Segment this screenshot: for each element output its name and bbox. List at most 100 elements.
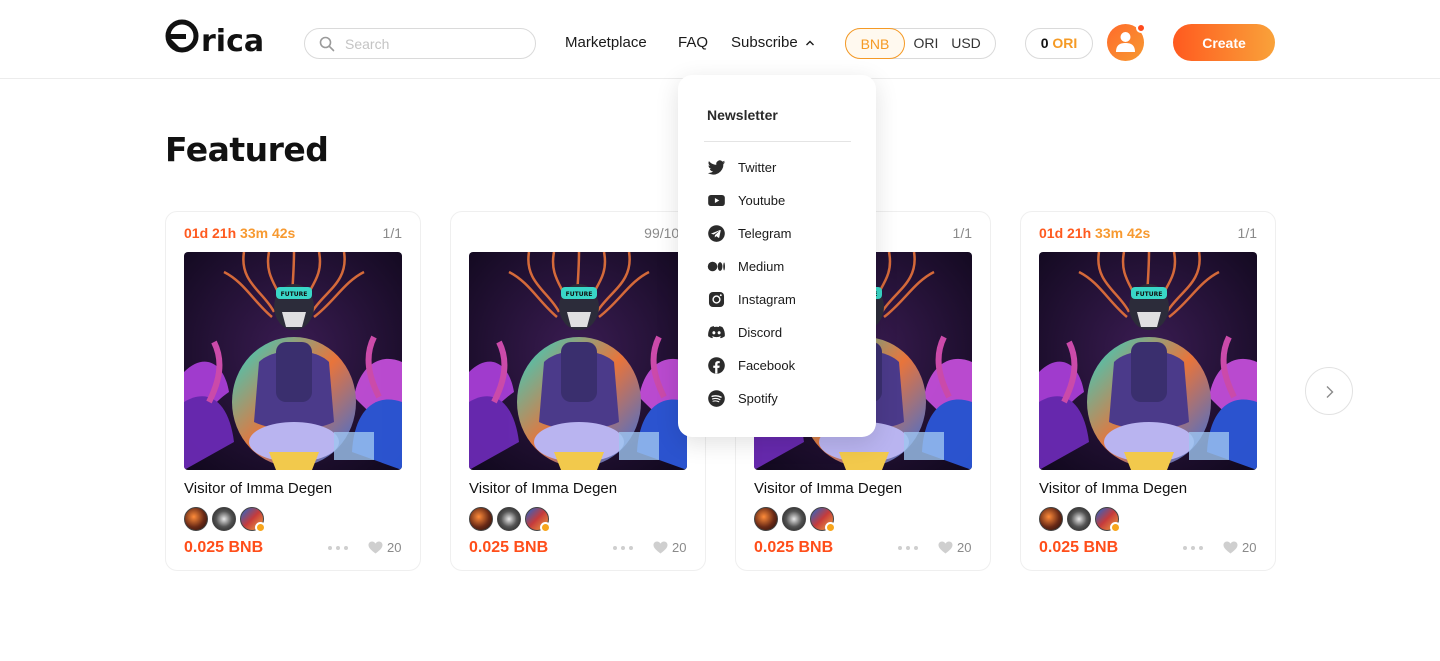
social-link-facebook[interactable]: Facebook xyxy=(707,354,795,376)
nft-card[interactable]: 99/100 FUTURE Visitor of Imma Degen 0.02… xyxy=(450,211,706,571)
search-input[interactable] xyxy=(345,35,515,52)
verified-badge-icon xyxy=(255,522,266,533)
nft-artwork-image: FUTURE xyxy=(1039,252,1257,470)
social-link-medium[interactable]: Medium xyxy=(707,255,784,277)
social-label: Youtube xyxy=(738,192,786,208)
verified-badge-icon xyxy=(825,522,836,533)
nft-artwork[interactable]: FUTURE xyxy=(184,252,402,470)
social-link-telegram[interactable]: Telegram xyxy=(707,222,791,244)
subscribe-dropdown: Newsletter Twitter Youtube Telegram Medi… xyxy=(678,75,876,437)
social-label: Instagram xyxy=(738,291,796,307)
balance-badge[interactable]: 0 ORI xyxy=(1025,28,1093,59)
social-link-twitter[interactable]: Twitter xyxy=(707,156,776,178)
social-label: Spotify xyxy=(738,390,778,406)
social-label: Facebook xyxy=(738,357,796,373)
currency-option-bnb[interactable]: BNB xyxy=(845,28,905,59)
timer-days-hours: 01d 21h xyxy=(1039,225,1092,241)
owner-avatar[interactable] xyxy=(1095,507,1121,533)
collector-avatar[interactable] xyxy=(782,507,806,531)
nft-price: 0.025 BNB xyxy=(754,539,834,556)
instagram-icon xyxy=(708,291,725,307)
nft-card[interactable]: 01d 21h 33m 42s 1/1 FUTURE Visitor of Im… xyxy=(165,211,421,571)
like-count: 20 xyxy=(957,540,972,555)
carousel-next-button[interactable] xyxy=(1305,367,1353,415)
more-options-icon[interactable] xyxy=(328,546,354,552)
like-button[interactable]: 20 xyxy=(368,540,401,555)
currency-switcher: BNB ORI USD xyxy=(845,28,996,59)
heart-icon xyxy=(938,541,953,554)
timer-min-sec: 33m 42s xyxy=(240,225,296,241)
telegram-icon xyxy=(708,224,725,242)
nft-title[interactable]: Visitor of Imma Degen xyxy=(184,480,332,497)
balance-currency: ORI xyxy=(1052,35,1078,51)
creator-avatar[interactable] xyxy=(469,507,493,531)
nav-faq[interactable]: FAQ xyxy=(678,34,708,51)
like-count: 20 xyxy=(1242,540,1257,555)
search-icon xyxy=(319,36,335,51)
heart-icon xyxy=(368,541,383,554)
nft-card[interactable]: 01d 21h 33m 42s 1/1 FUTURE Visitor of Im… xyxy=(1020,211,1276,571)
svg-text:FUTURE: FUTURE xyxy=(281,291,308,298)
like-count: 20 xyxy=(672,540,687,555)
nft-title[interactable]: Visitor of Imma Degen xyxy=(1039,480,1187,497)
verified-badge-icon xyxy=(1110,522,1121,533)
collector-avatar[interactable] xyxy=(1067,507,1091,531)
timer-min-sec: 33m 42s xyxy=(1095,225,1151,241)
chevron-up-icon xyxy=(805,40,814,45)
like-button[interactable]: 20 xyxy=(653,540,686,555)
nav-subscribe[interactable]: Subscribe xyxy=(731,34,815,51)
collector-avatar[interactable] xyxy=(497,507,521,531)
social-link-discord[interactable]: Discord xyxy=(707,321,782,343)
nft-price: 0.025 BNB xyxy=(469,539,549,556)
nft-price: 0.025 BNB xyxy=(184,539,264,556)
newsletter-heading[interactable]: Newsletter xyxy=(707,107,778,123)
top-header: rica Marketplace FAQ Subscribe BNB ORI U… xyxy=(0,0,1440,79)
social-label: Telegram xyxy=(738,225,792,241)
more-options-icon[interactable] xyxy=(1183,546,1209,552)
creator-avatar[interactable] xyxy=(1039,507,1063,531)
nft-price: 0.025 BNB xyxy=(1039,539,1119,556)
like-button[interactable]: 20 xyxy=(1223,540,1256,555)
social-link-instagram[interactable]: Instagram xyxy=(707,288,796,310)
currency-option-usd[interactable]: USD xyxy=(950,29,982,58)
discord-icon xyxy=(708,325,725,338)
search-bar[interactable] xyxy=(304,28,536,59)
owner-avatar[interactable] xyxy=(525,507,551,533)
create-button[interactable]: Create xyxy=(1173,24,1275,61)
owner-avatar[interactable] xyxy=(810,507,836,533)
notification-dot xyxy=(1136,23,1146,33)
owner-avatar[interactable] xyxy=(240,507,266,533)
nft-artwork[interactable]: FUTURE xyxy=(469,252,687,470)
nft-artwork[interactable]: FUTURE xyxy=(1039,252,1257,470)
twitter-icon xyxy=(707,159,726,175)
auction-timer: 01d 21h 33m 42s xyxy=(184,225,295,241)
verified-badge-icon xyxy=(540,522,551,533)
edition-count: 1/1 xyxy=(1237,225,1257,241)
more-options-icon[interactable] xyxy=(613,546,639,552)
nft-title[interactable]: Visitor of Imma Degen xyxy=(754,480,902,497)
creator-avatar[interactable] xyxy=(754,507,778,531)
nav-marketplace[interactable]: Marketplace xyxy=(565,34,647,51)
youtube-icon xyxy=(708,194,725,206)
social-link-youtube[interactable]: Youtube xyxy=(707,189,785,211)
chevron-right-icon xyxy=(1326,386,1334,398)
user-icon xyxy=(1116,32,1135,52)
erica-logo[interactable]: rica xyxy=(165,14,277,59)
edition-count: 1/1 xyxy=(952,225,972,241)
collector-avatar[interactable] xyxy=(212,507,236,531)
like-count: 20 xyxy=(387,540,402,555)
auction-timer: 01d 21h 33m 42s xyxy=(1039,225,1150,241)
heart-icon xyxy=(1223,541,1238,554)
like-button[interactable]: 20 xyxy=(938,540,971,555)
featured-heading: Featured xyxy=(165,130,329,169)
social-label: Medium xyxy=(738,258,785,274)
nft-title[interactable]: Visitor of Imma Degen xyxy=(469,480,617,497)
heart-icon xyxy=(653,541,668,554)
owner-avatars xyxy=(184,507,266,533)
more-options-icon[interactable] xyxy=(898,546,924,552)
user-avatar-button[interactable] xyxy=(1107,23,1146,61)
social-label: Discord xyxy=(738,324,783,340)
creator-avatar[interactable] xyxy=(184,507,208,531)
social-link-spotify[interactable]: Spotify xyxy=(707,387,778,409)
currency-option-ori[interactable]: ORI xyxy=(912,29,940,58)
